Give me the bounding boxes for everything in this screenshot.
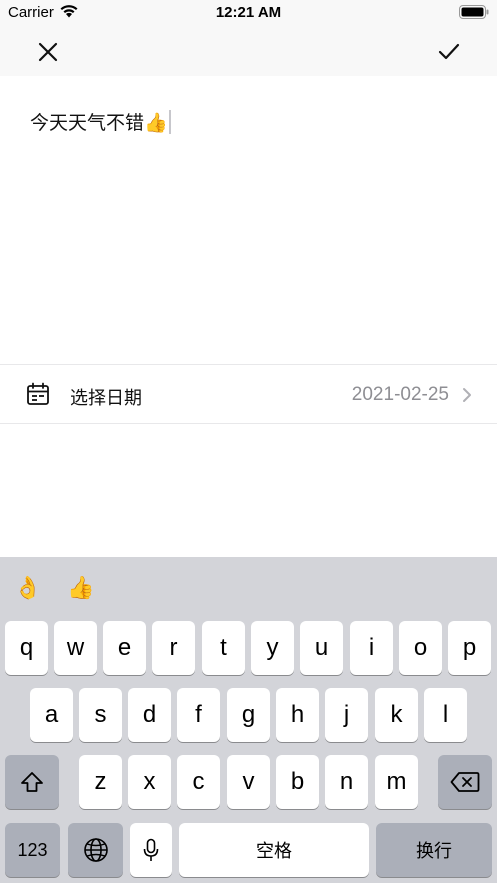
key-u[interactable]: u (300, 621, 343, 675)
key-k[interactable]: k (375, 688, 418, 742)
key-j[interactable]: j (325, 688, 368, 742)
nav-bar (0, 26, 497, 76)
note-text-area[interactable]: 今天天气不错👍 (0, 76, 497, 364)
key-e[interactable]: e (103, 621, 146, 675)
dictation-key[interactable] (130, 823, 172, 877)
divider-bottom (0, 423, 497, 424)
emoji-suggestion-bar: 👌 👍 (0, 557, 497, 619)
key-s[interactable]: s (79, 688, 122, 742)
key-n[interactable]: n (325, 755, 368, 809)
suggestion-ok-hand[interactable]: 👌 (14, 575, 41, 601)
key-o[interactable]: o (399, 621, 442, 675)
key-b[interactable]: b (276, 755, 319, 809)
date-label: 选择日期 (70, 388, 142, 409)
key-y[interactable]: y (251, 621, 294, 675)
key-w[interactable]: w (54, 621, 97, 675)
status-bar: Carrier 12:21 AM (0, 0, 497, 26)
key-d[interactable]: d (128, 688, 171, 742)
microphone-icon (143, 838, 159, 861)
key-c[interactable]: c (177, 755, 220, 809)
close-button[interactable] (34, 38, 62, 66)
globe-icon (83, 838, 108, 862)
globe-key[interactable] (68, 823, 123, 877)
battery-icon (459, 5, 489, 19)
note-content: 今天天气不错👍 (30, 112, 168, 134)
close-icon (38, 42, 58, 62)
clock: 12:21 AM (215, 4, 282, 21)
key-z[interactable]: z (79, 755, 122, 809)
confirm-button[interactable] (435, 38, 463, 66)
note-text: 今天天气不错👍 (30, 108, 171, 135)
delete-icon (450, 772, 480, 792)
key-q[interactable]: q (5, 621, 48, 675)
calendar-icon (27, 382, 49, 405)
chevron-right-icon (463, 388, 471, 402)
key-l[interactable]: l (424, 688, 467, 742)
suggestion-thumbs-up[interactable]: 👍 (67, 575, 94, 601)
key-v[interactable]: v (227, 755, 270, 809)
checkmark-icon (438, 43, 460, 60)
key-i[interactable]: i (350, 621, 393, 675)
shift-key[interactable] (5, 755, 59, 809)
key-t[interactable]: t (202, 621, 245, 675)
keyboard: 👌 👍 q w e r t y u i o p a s d f g h j k … (0, 557, 497, 883)
numbers-key[interactable]: 123 (5, 823, 60, 877)
date-value: 2021-02-25 (351, 384, 449, 405)
key-f[interactable]: f (177, 688, 220, 742)
key-p[interactable]: p (448, 621, 491, 675)
key-m[interactable]: m (375, 755, 418, 809)
shift-icon (21, 772, 43, 792)
key-r[interactable]: r (152, 621, 195, 675)
delete-key[interactable] (438, 755, 492, 809)
return-key[interactable]: 换行 (376, 823, 492, 877)
key-g[interactable]: g (227, 688, 270, 742)
date-picker-row[interactable]: 选择日期 2021-02-25 (0, 365, 497, 423)
key-a[interactable]: a (30, 688, 73, 742)
text-caret (168, 110, 171, 134)
key-h[interactable]: h (276, 688, 319, 742)
space-key[interactable]: 空格 (179, 823, 369, 877)
key-x[interactable]: x (128, 755, 171, 809)
